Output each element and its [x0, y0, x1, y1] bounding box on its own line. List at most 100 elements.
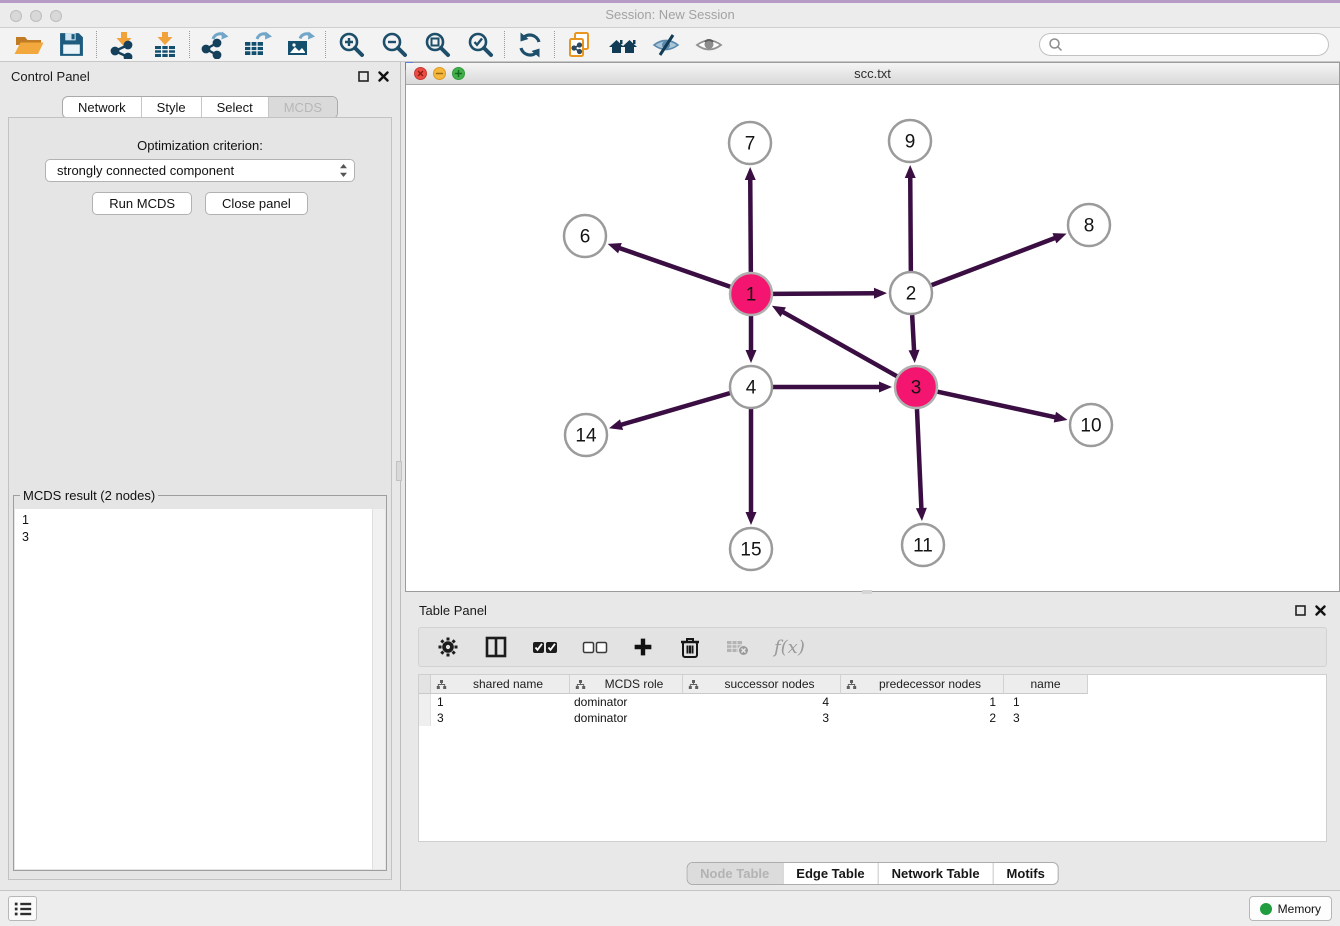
first-neighbors-button[interactable] [601, 30, 644, 60]
table-options-button[interactable] [436, 635, 460, 659]
column-header-label: successor nodes [699, 677, 840, 691]
graph-node-3[interactable]: 3 [895, 366, 937, 408]
export-network-button[interactable] [193, 30, 236, 60]
delete-table-button-disabled[interactable] [726, 637, 750, 657]
node-table[interactable]: shared nameMCDS role successor nodesprede… [418, 674, 1327, 842]
tab-motifs[interactable]: Motifs [993, 863, 1058, 884]
graph-edge-1-2[interactable] [773, 293, 877, 294]
import-table-button[interactable] [143, 30, 186, 60]
graph-node-14[interactable]: 14 [565, 414, 607, 456]
table-cell[interactable]: 3 [683, 710, 841, 726]
network-graph[interactable]: 7 9 6 8 1 2 4 3 14 10 15 11 [406, 85, 1339, 591]
column-header-MCDS-role[interactable]: MCDS role [570, 675, 683, 694]
optimization-criterion-select[interactable]: strongly connected component [45, 159, 355, 182]
zoom-fit-button[interactable] [415, 30, 458, 60]
zoom-in-button[interactable] [329, 30, 372, 60]
column-header-shared-name[interactable]: shared name [431, 675, 570, 694]
clone-network-button[interactable] [558, 30, 601, 60]
graph-node-10[interactable]: 10 [1070, 404, 1112, 446]
close-panel-icon[interactable] [1315, 605, 1326, 616]
table-cell[interactable]: dominator [570, 694, 683, 710]
search-field[interactable] [1039, 33, 1329, 56]
zoom-selected-button[interactable] [458, 30, 501, 60]
zoom-out-button[interactable] [372, 30, 415, 60]
search-input[interactable] [1063, 38, 1320, 52]
graph-node-4[interactable]: 4 [730, 366, 772, 408]
close-panel-button[interactable]: Close panel [205, 192, 308, 215]
open-session-button[interactable] [7, 30, 50, 60]
tab-style[interactable]: Style [141, 97, 201, 118]
mcds-result-list[interactable]: 1 3 [15, 509, 385, 869]
graph-edge-3-1[interactable] [781, 311, 897, 377]
graph-edge-1-7[interactable] [750, 177, 751, 272]
save-session-button[interactable] [50, 30, 93, 60]
deselect-all-button[interactable] [582, 638, 608, 656]
graph-node-15[interactable]: 15 [730, 528, 772, 570]
graph-edge-4-14[interactable] [619, 393, 730, 425]
column-header-successor-nodes[interactable]: successor nodes [683, 675, 841, 694]
graph-node-1[interactable]: 1 [730, 273, 772, 315]
tab-mcds[interactable]: MCDS [268, 97, 337, 118]
vertical-splitter-grip[interactable] [396, 461, 402, 481]
hide-selected-button[interactable] [644, 30, 687, 60]
tab-network-table[interactable]: Network Table [878, 863, 993, 884]
export-image-button[interactable] [279, 30, 322, 60]
table-cell[interactable]: 4 [683, 694, 841, 710]
tab-node-table[interactable]: Node Table [687, 863, 782, 884]
minimize-window-button[interactable] [30, 10, 42, 22]
network-canvas[interactable]: 7 9 6 8 1 2 4 3 14 10 15 11 [406, 85, 1339, 591]
export-table-button[interactable] [236, 30, 279, 60]
graph-node-8[interactable]: 8 [1068, 204, 1110, 246]
horizontal-splitter-grip[interactable] [862, 590, 872, 594]
function-builder-button-disabled[interactable]: f(x) [774, 637, 805, 658]
graph-edge-2-9[interactable] [910, 175, 911, 271]
table-cell[interactable]: 3 [1004, 710, 1088, 726]
table-cell[interactable]: 2 [841, 710, 1004, 726]
graph-edge-1-6[interactable] [617, 247, 730, 287]
table-cell[interactable]: 3 [431, 710, 570, 726]
graph-node-7[interactable]: 7 [729, 122, 771, 164]
table-cell[interactable]: 1 [841, 694, 1004, 710]
graph-node-9[interactable]: 9 [889, 120, 931, 162]
minimize-network-button[interactable] [433, 67, 446, 80]
tab-edge-table[interactable]: Edge Table [782, 863, 877, 884]
table-cell[interactable]: 1 [1004, 694, 1088, 710]
result-scrollbar[interactable] [372, 509, 385, 869]
show-columns-button[interactable] [484, 635, 508, 659]
refresh-layout-button[interactable] [508, 30, 551, 60]
graph-node-11[interactable]: 11 [902, 524, 944, 566]
import-network-button[interactable] [100, 30, 143, 60]
delete-column-button[interactable] [678, 635, 702, 659]
close-network-button[interactable] [414, 67, 427, 80]
float-panel-icon[interactable] [358, 71, 369, 82]
maximize-network-button[interactable] [452, 67, 465, 80]
select-all-button[interactable] [532, 638, 558, 656]
float-panel-icon[interactable] [1295, 605, 1306, 616]
graph-node-2[interactable]: 2 [890, 272, 932, 314]
tab-network[interactable]: Network [63, 97, 141, 118]
run-mcds-button[interactable]: Run MCDS [92, 192, 192, 215]
network-window-titlebar[interactable]: scc.txt [406, 63, 1339, 85]
close-panel-icon[interactable] [378, 71, 389, 82]
graph-edge-2-3[interactable] [912, 315, 914, 353]
table-row[interactable]: 1dominator411 [419, 694, 1326, 710]
zoom-window-button[interactable] [50, 10, 62, 22]
network-window-controls[interactable] [414, 67, 465, 80]
close-window-button[interactable] [10, 10, 22, 22]
column-header-name[interactable]: name [1004, 675, 1088, 694]
show-all-button[interactable] [687, 30, 730, 60]
graph-edge-3-11[interactable] [917, 409, 922, 511]
create-column-button[interactable] [632, 636, 654, 658]
checked-boxes-icon [532, 638, 558, 656]
memory-status-button[interactable]: Memory [1249, 896, 1332, 921]
column-header-predecessor-nodes[interactable]: predecessor nodes [841, 675, 1004, 694]
macos-window-controls[interactable] [10, 10, 62, 22]
task-history-button[interactable] [8, 896, 37, 921]
table-cell[interactable]: 1 [431, 694, 570, 710]
tab-select[interactable]: Select [201, 97, 268, 118]
graph-edge-2-8[interactable] [932, 237, 1058, 285]
graph-node-6[interactable]: 6 [564, 215, 606, 257]
table-cell[interactable]: dominator [570, 710, 683, 726]
graph-edge-3-10[interactable] [937, 392, 1057, 418]
table-row[interactable]: 3dominator323 [419, 710, 1326, 726]
